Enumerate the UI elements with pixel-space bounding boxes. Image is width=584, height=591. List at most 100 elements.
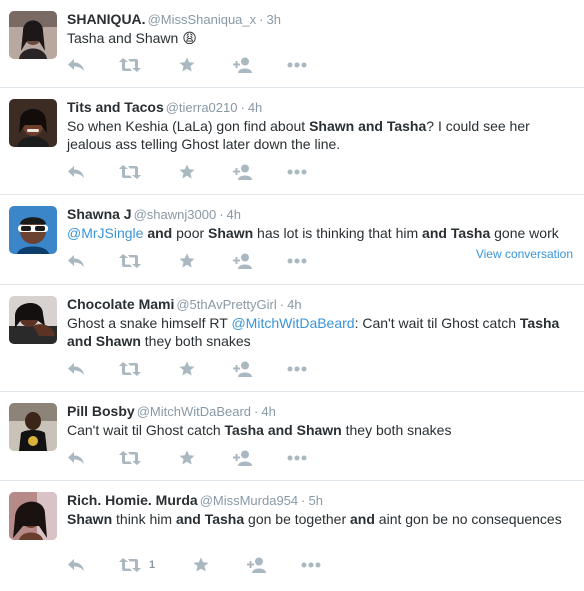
highlight-keyword: and (147, 225, 173, 241)
text-segment: : Can't wait til Ghost catch (354, 315, 520, 331)
author-handle[interactable]: @5thAvPrettyGirl (176, 297, 276, 312)
follow-button[interactable] (233, 360, 253, 378)
timestamp[interactable]: 4h (287, 297, 301, 312)
separator-dot: · (279, 297, 285, 312)
tweet-text: @MrJSingle and poor Shawn has lot is thi… (67, 224, 577, 242)
reply-button[interactable] (67, 449, 85, 467)
reply-button[interactable] (67, 163, 85, 181)
highlight-keyword: and Tasha (175, 511, 245, 527)
highlight-keyword: and Tasha (422, 225, 491, 241)
reply-button[interactable] (67, 252, 85, 270)
tweet-header: Rich. Homie. Murda @MissMurda954 · 5h (67, 492, 323, 509)
highlight-keyword: Tasha and Shawn (224, 422, 342, 438)
author-handle[interactable]: @shawnj3000 (134, 207, 217, 222)
retweet-button[interactable] (119, 56, 141, 74)
favorite-button[interactable] (179, 449, 195, 467)
text-segment: they both snakes (140, 333, 251, 349)
more-button[interactable] (287, 360, 307, 378)
retweet-button[interactable] (119, 360, 141, 378)
view-conversation-link[interactable]: View conversation (476, 247, 573, 261)
avatar[interactable] (9, 99, 57, 147)
retweet-icon (119, 451, 141, 465)
more-button[interactable] (301, 556, 321, 574)
timestamp[interactable]: 3h (267, 12, 281, 27)
avatar[interactable] (9, 403, 57, 451)
favorite-button[interactable] (193, 556, 209, 574)
text-segment: gon be together (244, 511, 351, 527)
follow-button[interactable] (233, 449, 253, 467)
highlight-keyword: Shawn (208, 225, 254, 241)
tweet-header: Tits and Tacos @tierra0210 · 4h (67, 99, 262, 116)
more-icon (287, 258, 307, 264)
retweet-button[interactable] (119, 163, 141, 181)
highlight-keyword: Shawn (67, 511, 113, 527)
follow-button[interactable] (233, 56, 253, 74)
follow-icon (233, 361, 253, 377)
favorite-icon (179, 253, 195, 269)
author-name[interactable]: Pill Bosby (67, 403, 135, 419)
author-handle[interactable]: @MissMurda954 (200, 493, 298, 508)
avatar[interactable] (9, 206, 57, 254)
separator-dot: · (301, 493, 306, 508)
timestamp[interactable]: 5h (308, 493, 322, 508)
avatar[interactable] (9, 296, 57, 344)
follow-button[interactable] (247, 556, 267, 574)
more-button[interactable] (287, 163, 307, 181)
favorite-button[interactable] (179, 360, 195, 378)
author-name[interactable]: Rich. Homie. Murda (67, 492, 198, 508)
separator-dot: · (219, 207, 224, 222)
retweet-icon (119, 254, 141, 268)
author-name[interactable]: Tits and Tacos (67, 99, 164, 115)
favorite-icon (179, 164, 195, 180)
author-handle[interactable]: @MitchWitDaBeard (137, 404, 251, 419)
avatar[interactable] (9, 11, 57, 59)
retweet-button[interactable]: 1 (119, 556, 155, 574)
reply-button[interactable] (67, 360, 85, 378)
more-icon (301, 562, 321, 568)
author-name[interactable]: SHANIQUA. (67, 11, 146, 27)
highlight-keyword: Shawn and Tasha (309, 118, 427, 134)
tweet: Shawna J @shawnj3000 · 4h @MrJSingle and po… (0, 195, 584, 285)
tweet: Rich. Homie. Murda @MissMurda954 · 5h Shawn… (0, 481, 584, 591)
retweet-button[interactable] (119, 449, 141, 467)
emoji: 😩 (182, 30, 197, 46)
separator-dot: · (259, 12, 264, 27)
more-button[interactable] (287, 56, 307, 74)
follow-button[interactable] (233, 163, 253, 181)
highlight-keyword: and (350, 511, 375, 527)
mention-link[interactable]: @MrJSingle (67, 225, 143, 241)
separator-dot: · (240, 100, 245, 115)
follow-icon (233, 164, 253, 180)
mention-link[interactable]: @MitchWitDaBeard (231, 315, 354, 331)
follow-icon (233, 450, 253, 466)
separator-dot: · (254, 404, 259, 419)
more-button[interactable] (287, 252, 307, 270)
retweet-icon (119, 558, 141, 572)
tweet: Chocolate Mami @5thAvPrettyGirl · 4h Ghost … (0, 285, 584, 392)
text-segment: Tasha and Shawn (67, 30, 183, 46)
reply-icon (67, 58, 85, 72)
text-segment: they both snakes (341, 422, 452, 438)
more-button[interactable] (287, 449, 307, 467)
favorite-button[interactable] (179, 252, 195, 270)
timestamp[interactable]: 4h (261, 404, 275, 419)
follow-button[interactable] (233, 252, 253, 270)
reply-button[interactable] (67, 56, 85, 74)
tweet-header: SHANIQUA. @MissShaniqua_x · 3h (67, 11, 281, 28)
more-icon (287, 366, 307, 372)
text-segment: has lot is thinking that him (253, 225, 423, 241)
timestamp[interactable]: 4h (227, 207, 241, 222)
author-name[interactable]: Shawna J (67, 206, 132, 222)
avatar[interactable] (9, 492, 57, 540)
favorite-button[interactable] (179, 56, 195, 74)
tweet-header: Pill Bosby @MitchWitDaBeard · 4h (67, 403, 276, 420)
author-handle[interactable]: @MissShaniqua_x (148, 12, 257, 27)
tweet-feed: SHANIQUA. @MissShaniqua_x · 3h Tasha and Sh… (0, 0, 584, 591)
timestamp[interactable]: 4h (248, 100, 262, 115)
reply-button[interactable] (67, 556, 85, 574)
author-name[interactable]: Chocolate Mami (67, 296, 174, 312)
favorite-button[interactable] (179, 163, 195, 181)
text-segment: aint gon be no consequences (374, 511, 562, 527)
author-handle[interactable]: @tierra0210 (166, 100, 238, 115)
retweet-button[interactable] (119, 252, 141, 270)
